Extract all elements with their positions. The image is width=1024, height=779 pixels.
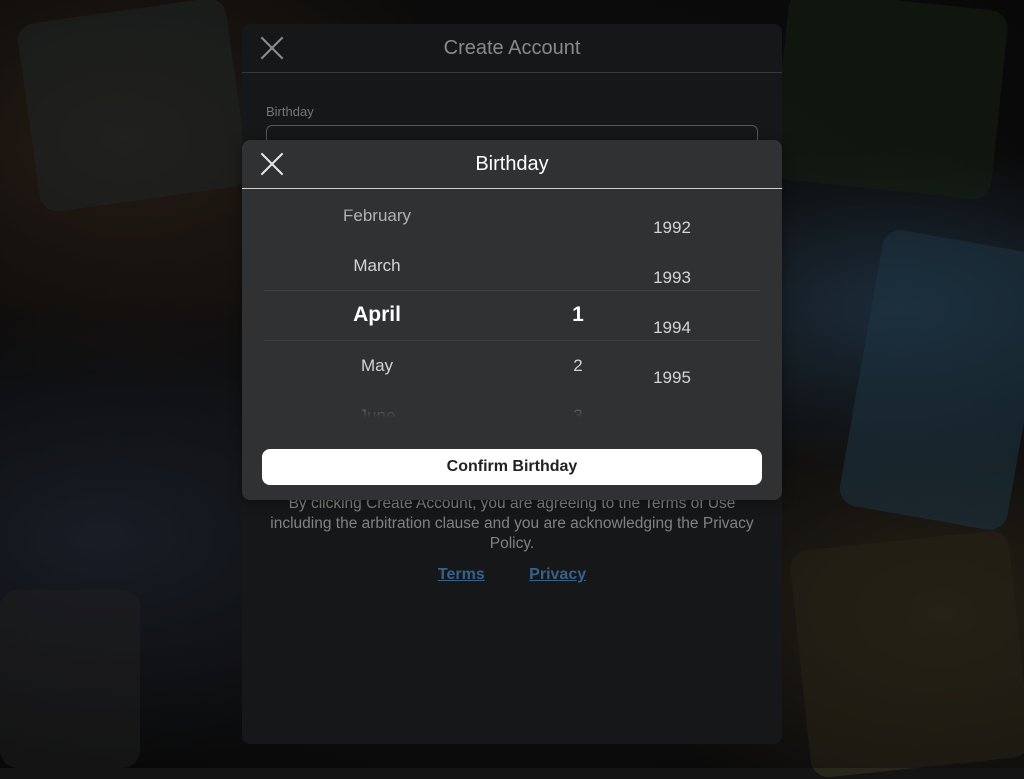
terms-link[interactable]: Terms: [438, 566, 485, 583]
year-option[interactable]: 1993: [622, 268, 722, 288]
selected-month[interactable]: April: [302, 303, 452, 327]
year-option[interactable]: 1995: [622, 368, 722, 388]
birthday-label: Birthday: [266, 104, 314, 119]
birthday-picker[interactable]: February March April May June 1 2 3 1992…: [242, 190, 782, 418]
day-column[interactable]: 1 2 3: [528, 190, 628, 418]
selected-year[interactable]: 1994: [622, 318, 722, 338]
close-icon[interactable]: [259, 35, 285, 61]
month-option[interactable]: May: [302, 356, 452, 376]
privacy-link[interactable]: Privacy: [529, 566, 586, 583]
legal-links: Terms Privacy: [242, 566, 782, 584]
terms-text: By clicking Create Account, you are agre…: [262, 494, 762, 554]
month-option[interactable]: February: [302, 206, 452, 226]
month-option[interactable]: June: [302, 406, 452, 418]
account-title: Create Account: [444, 37, 581, 59]
month-option[interactable]: March: [302, 256, 452, 276]
close-icon[interactable]: [259, 151, 285, 177]
birthday-title: Birthday: [475, 153, 548, 175]
account-header: Create Account: [242, 24, 782, 73]
year-option[interactable]: 1992: [622, 218, 722, 238]
birthday-header: Birthday: [242, 140, 782, 189]
confirm-birthday-button[interactable]: Confirm Birthday: [262, 449, 762, 485]
selected-day[interactable]: 1: [528, 303, 628, 327]
month-column[interactable]: February March April May June: [302, 190, 452, 418]
birthday-modal: Birthday February March April May June 1…: [242, 140, 782, 500]
year-column[interactable]: 1992 1993 1994 1995: [622, 190, 722, 418]
day-option[interactable]: 3: [528, 406, 628, 418]
day-option[interactable]: 2: [528, 356, 628, 376]
